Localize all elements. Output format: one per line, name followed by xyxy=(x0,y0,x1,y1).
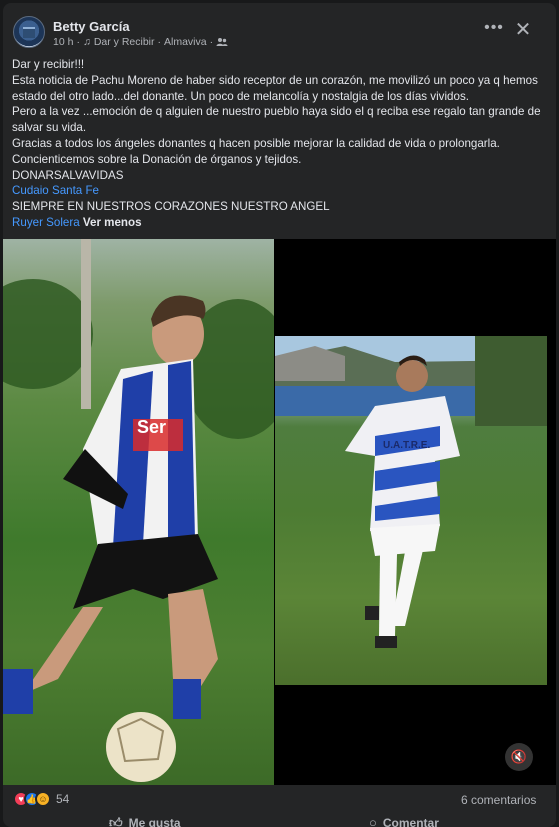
post-actions: 👍︎ Me gusta ○ Comentar xyxy=(3,811,556,827)
post-header: Betty García 10 h · ♫ Dar y Recibir · Al… xyxy=(3,3,556,55)
reactions-summary[interactable]: ♥ 👍 ☺ 54 xyxy=(13,791,69,807)
author-name[interactable]: Betty García xyxy=(53,19,130,34)
post-location[interactable]: Almaviva xyxy=(164,36,207,48)
post-media[interactable]: Ser U.A.T.R.E. 🔇 xyxy=(3,239,556,785)
post-line: Esta noticia de Pachu Moreno de haber si… xyxy=(12,73,538,103)
friends-icon xyxy=(216,38,228,46)
meta-separator: · xyxy=(76,36,80,48)
comments-count[interactable]: 6 comentarios xyxy=(461,793,536,807)
comment-label: Comentar xyxy=(382,815,439,827)
photo-player-dribbling[interactable]: Ser xyxy=(3,239,274,785)
photo-player-field[interactable]: U.A.T.R.E. xyxy=(275,336,547,685)
comment-bubble-icon: ○ xyxy=(369,815,377,827)
speaker-muted-icon[interactable]: 🔇 xyxy=(505,743,533,771)
post-category[interactable]: Dar y Recibir xyxy=(94,36,155,48)
post-meta: 10 h · ♫ Dar y Recibir · Almaviva · xyxy=(53,36,228,48)
comment-button[interactable]: ○ Comentar xyxy=(369,815,439,827)
tag-link[interactable]: Ruyer Solera xyxy=(12,216,80,229)
close-button[interactable]: ✕ xyxy=(511,19,535,43)
meta-separator: · xyxy=(209,36,214,48)
tag-link[interactable]: Cudaio Santa Fe xyxy=(12,184,99,197)
like-label: Me gusta xyxy=(128,816,181,827)
post-line: Gracias a todos los ángeles donantes q h… xyxy=(12,136,500,150)
post-line: Pero a la vez ...emoción de q alguien de… xyxy=(12,105,541,135)
like-button[interactable]: 👍︎ Me gusta xyxy=(109,815,181,827)
meta-separator: · xyxy=(157,36,162,48)
post-line: SIEMPRE EN NUESTROS CORAZONES NUESTRO AN… xyxy=(12,200,330,214)
thumbs-up-icon: 👍︎ xyxy=(109,815,123,827)
shirt-text: Ser xyxy=(137,417,167,437)
post-card: Betty García 10 h · ♫ Dar y Recibir · Al… xyxy=(3,3,556,827)
post-text: Dar y recibir!!! Esta noticia de Pachu M… xyxy=(12,57,548,231)
reaction-count: 54 xyxy=(56,792,70,806)
post-line: Concienticemos sobre la Donación de órga… xyxy=(12,152,302,166)
post-line: DONARSALVAVIDAS xyxy=(12,168,124,182)
care-reaction-icon: ☺ xyxy=(35,791,51,807)
avatar[interactable] xyxy=(13,16,45,48)
music-note-icon: ♫ xyxy=(82,36,91,48)
see-less-link[interactable]: Ver menos xyxy=(83,216,142,229)
shirt-text: U.A.T.R.E. xyxy=(383,440,431,451)
post-line: Dar y recibir!!! xyxy=(12,58,85,71)
post-time[interactable]: 10 h xyxy=(53,36,73,48)
more-options-button[interactable]: ••• xyxy=(481,20,507,41)
